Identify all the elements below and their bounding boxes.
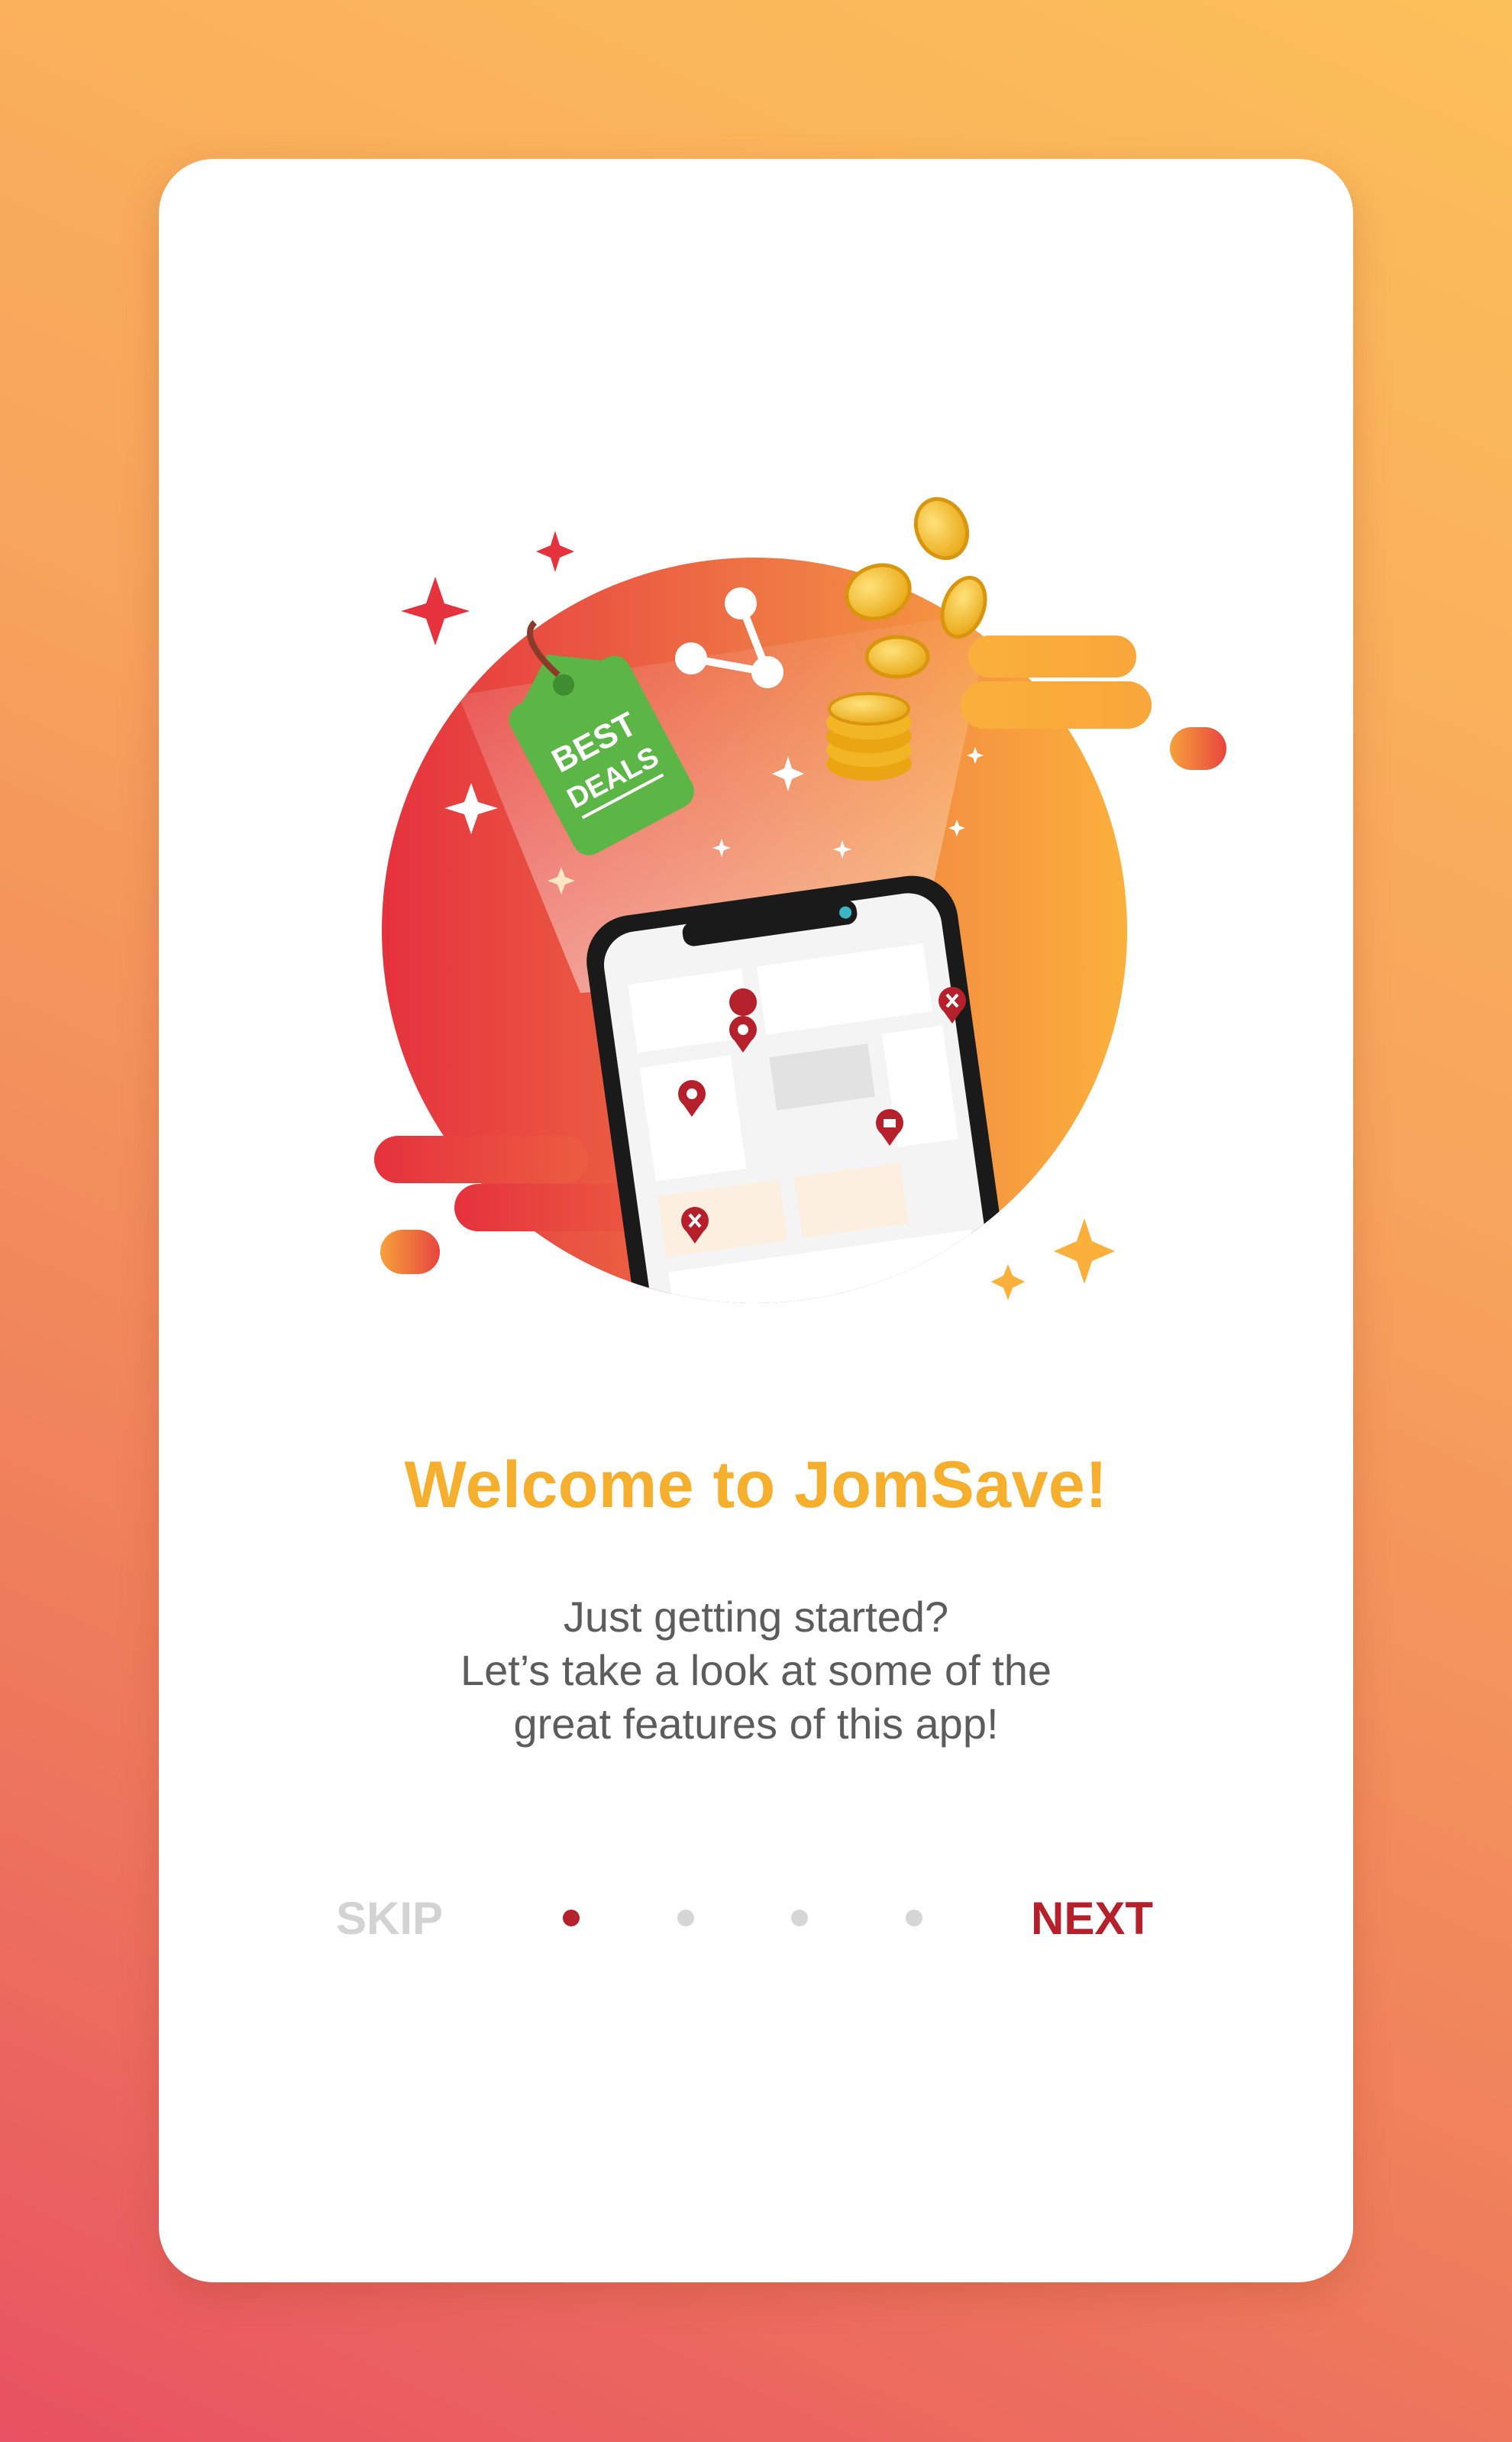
sparkle-icon — [991, 1218, 1115, 1300]
skip-button[interactable]: SKIP — [328, 1892, 451, 1945]
next-button[interactable]: NEXT — [1016, 1892, 1168, 1945]
description-line: great features of this app! — [513, 1700, 999, 1748]
welcome-description: Just getting started? Let’s take a look … — [159, 1590, 1353, 1751]
welcome-illustration: BEST DEALS — [374, 496, 1226, 1303]
speed-bar — [380, 1230, 440, 1274]
speed-bar — [374, 1136, 588, 1183]
welcome-title: Welcome to JomSave! — [404, 1448, 1108, 1522]
description-line: Just getting started? — [563, 1593, 949, 1641]
speed-bar — [968, 636, 1136, 678]
smartphone-map-icon — [586, 875, 1023, 1303]
pagination-dot-4[interactable] — [906, 1910, 922, 1926]
description-line: Let’s take a look at some of the — [460, 1646, 1052, 1694]
speed-bar — [961, 681, 1152, 729]
speed-bar — [1170, 727, 1226, 770]
pagination-dot-3[interactable] — [791, 1910, 808, 1926]
pagination-dot-2[interactable] — [677, 1910, 694, 1926]
pagination-dot-1[interactable] — [563, 1910, 580, 1926]
